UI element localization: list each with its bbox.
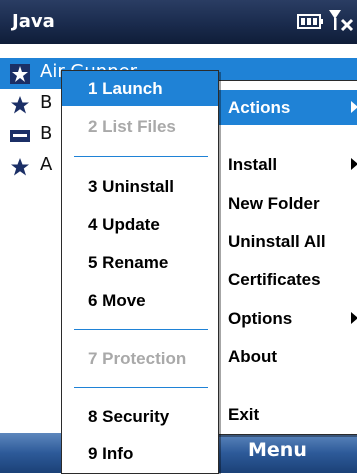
no-signal-icon[interactable]	[327, 8, 355, 34]
submenu-arrow-icon	[351, 101, 357, 113]
menu-item-protection: 7 Protection	[62, 341, 218, 376]
menu-item-label: 9 Info	[88, 444, 134, 463]
main-menu: Actions Install New Folder Uninstall All…	[217, 80, 357, 435]
list-item-label: B	[40, 92, 53, 113]
menu-item-label: Uninstall All	[228, 232, 326, 251]
menu-item-security[interactable]: 8 Security	[62, 399, 218, 434]
title-bar: Java	[0, 0, 357, 44]
menu-item-label: 6 Move	[88, 291, 146, 310]
menu-separator	[74, 156, 208, 157]
menu-item-label: 1 Launch	[88, 79, 163, 98]
java-app-icon	[10, 130, 30, 142]
java-app-icon	[10, 64, 30, 84]
menu-item-install[interactable]: Install	[218, 147, 357, 182]
submenu-arrow-icon	[351, 312, 357, 324]
menu-item-label: Actions	[228, 98, 291, 117]
java-app-icon	[11, 158, 29, 176]
menu-item-label: 4 Update	[88, 215, 160, 234]
menu-item-launch[interactable]: 1 Launch	[62, 71, 218, 106]
menu-item-new-folder[interactable]: New Folder	[218, 186, 357, 221]
menu-item-label: Install	[228, 155, 278, 174]
menu-item-label: 5 Rename	[88, 253, 169, 272]
battery-icon	[297, 14, 323, 29]
list-item-label: A	[40, 154, 53, 175]
menu-item-label: 3 Uninstall	[88, 177, 174, 196]
menu-softkey[interactable]: Menu	[248, 439, 307, 461]
menu-item-about[interactable]: About	[218, 339, 357, 374]
submenu-arrow-icon	[351, 158, 357, 170]
menu-item-label: About	[228, 347, 278, 366]
menu-item-certificates[interactable]: Certificates	[218, 262, 357, 297]
menu-item-move[interactable]: 6 Move	[62, 283, 218, 318]
menu-item-list-files: 2 List Files	[62, 109, 218, 144]
menu-item-label: Options	[228, 309, 293, 328]
menu-item-options[interactable]: Options	[218, 301, 357, 336]
menu-item-update[interactable]: 4 Update	[62, 207, 218, 242]
menu-item-label: 7 Protection	[88, 349, 187, 368]
menu-item-actions[interactable]: Actions	[218, 90, 357, 125]
menu-item-rename[interactable]: 5 Rename	[62, 245, 218, 280]
actions-submenu: 1 Launch 2 List Files 3 Uninstall 4 Upda…	[61, 70, 219, 474]
menu-item-label: 8 Security	[88, 407, 170, 426]
menu-item-label: Exit	[228, 405, 260, 424]
app-title: Java	[12, 11, 55, 32]
menu-separator	[74, 329, 208, 330]
list-item-label: B	[40, 123, 53, 144]
menu-item-uninstall[interactable]: 3 Uninstall	[62, 169, 218, 204]
java-app-icon	[11, 96, 29, 114]
menu-item-uninstall-all[interactable]: Uninstall All	[218, 224, 357, 259]
menu-item-exit[interactable]: Exit	[218, 397, 357, 432]
menu-separator	[74, 387, 208, 388]
menu-item-info[interactable]: 9 Info	[62, 436, 218, 471]
menu-item-label: 2 List Files	[88, 117, 176, 136]
menu-item-label: Certificates	[228, 270, 321, 289]
menu-item-label: New Folder	[228, 194, 320, 213]
